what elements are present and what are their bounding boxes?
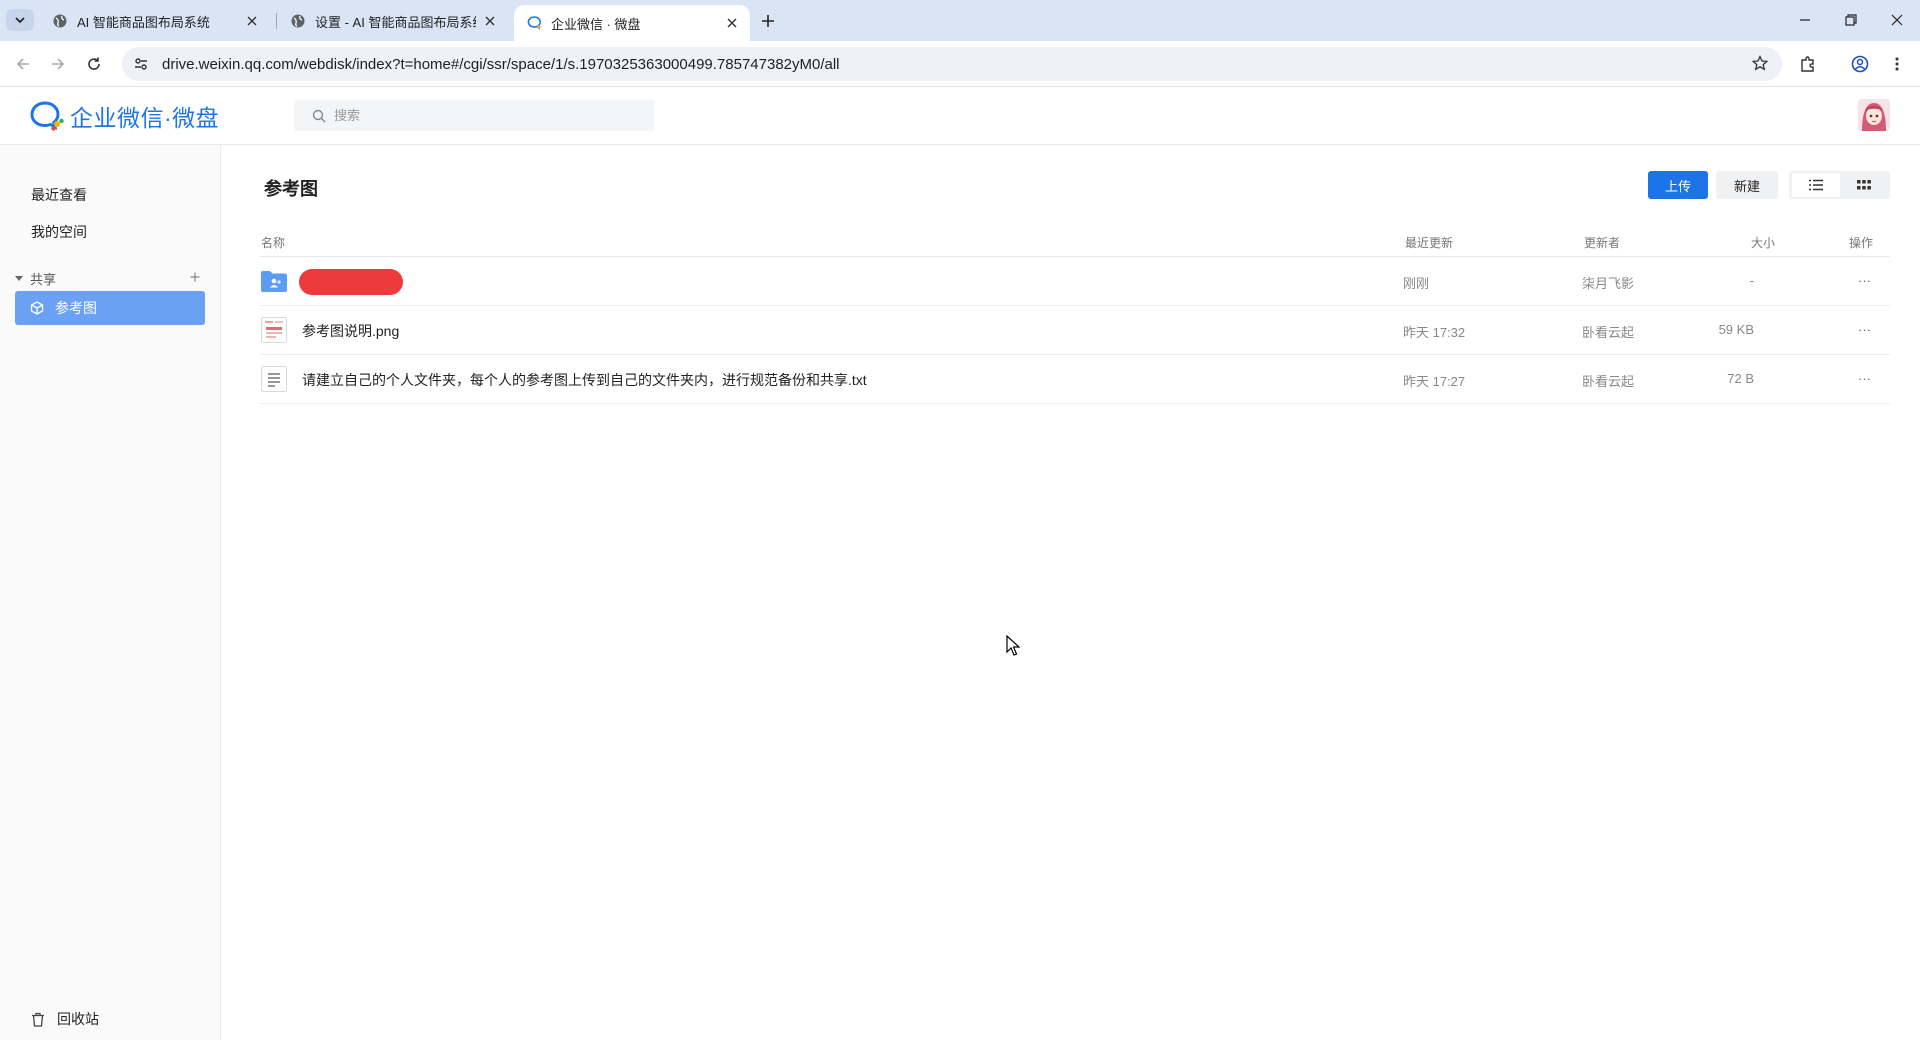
search-box[interactable] [294, 100, 654, 131]
tab-separator [276, 13, 277, 29]
table-row[interactable]: 参考图说明.png 昨天 17:32 卧看云起 59 KB ··· [260, 306, 1890, 355]
mouse-cursor-icon [1006, 635, 1020, 656]
profile-button[interactable] [1846, 50, 1874, 78]
column-size[interactable]: 大小 [1751, 234, 1775, 251]
arrow-left-icon [16, 58, 29, 70]
arrow-right-icon [52, 58, 65, 70]
minimize-button[interactable] [1782, 8, 1828, 32]
back-button[interactable] [9, 50, 37, 78]
row-size: 72 B [1727, 371, 1754, 386]
file-name[interactable]: 参考图说明.png [302, 321, 399, 341]
file-name[interactable]: 请建立自己的个人文件夹，每个人的参考图上传到自己的文件夹内，进行规范备份和共享.… [302, 370, 867, 390]
plus-icon [190, 272, 200, 282]
address-bar[interactable]: drive.weixin.qq.com/webdisk/index?t=home… [122, 47, 1782, 81]
page-title: 参考图 [264, 179, 318, 199]
sidebar-item-recent[interactable]: 最近查看 [31, 185, 87, 205]
sidebar-shared-section[interactable]: 共享 [14, 268, 204, 288]
minimize-icon [1800, 19, 1810, 21]
close-icon[interactable] [724, 15, 740, 31]
shared-folder-icon [261, 271, 287, 292]
reload-button[interactable] [80, 50, 108, 78]
row-updated: 昨天 17:32 [1403, 325, 1466, 340]
table-header: 名称 最近更新 更新者 大小 操作 [260, 230, 1890, 257]
extensions-button[interactable] [1794, 50, 1822, 78]
list-view-icon [1809, 179, 1823, 191]
browser-menu-button[interactable] [1883, 50, 1911, 78]
row-updater: 柒月飞影 [1582, 276, 1635, 291]
app-logo[interactable]: 企业微信·微盘 [30, 99, 219, 133]
row-updated: 昨天 17:27 [1403, 374, 1466, 389]
user-avatar[interactable] [1858, 99, 1890, 131]
new-button[interactable]: 新建 [1716, 171, 1778, 199]
globe-icon [291, 14, 305, 28]
chevron-down-icon [15, 17, 25, 24]
browser-tab-strip: AI 智能商品图布局系统 设置 - AI 智能商品图布局系统 企业微信 · 微盘 [0, 0, 1920, 41]
tab-title: 设置 - AI 智能商品图布局系统 [315, 14, 476, 30]
column-updater: 更新者 [1584, 236, 1621, 250]
row-updater: 卧看云起 [1582, 374, 1635, 389]
column-updated[interactable]: 最近更新 [1405, 234, 1453, 251]
view-toggle [1789, 171, 1890, 199]
column-name[interactable]: 名称 [261, 234, 285, 251]
grid-view-button[interactable] [1840, 173, 1888, 197]
text-file-icon [261, 366, 287, 392]
new-tab-button[interactable] [754, 10, 782, 32]
search-input[interactable] [332, 107, 636, 124]
site-info-icon[interactable] [128, 51, 154, 77]
bookmark-star-icon[interactable] [1751, 54, 1769, 74]
browser-toolbar: drive.weixin.qq.com/webdisk/index?t=home… [0, 41, 1920, 87]
close-icon[interactable] [244, 13, 260, 29]
plus-icon [762, 15, 774, 27]
row-updater: 卧看云起 [1582, 325, 1635, 340]
browser-tab-active[interactable]: 企业微信 · 微盘 [514, 5, 750, 41]
row-updated: 刚刚 [1403, 276, 1430, 291]
close-icon[interactable] [482, 13, 498, 29]
sidebar-item-my-space[interactable]: 我的空间 [31, 222, 87, 242]
row-size: - [1749, 273, 1754, 288]
forward-button[interactable] [44, 50, 72, 78]
search-icon [312, 109, 326, 122]
sidebar-shared-label: 共享 [30, 271, 57, 287]
url-text: drive.weixin.qq.com/webdisk/index?t=home… [162, 55, 840, 73]
close-window-button[interactable] [1874, 8, 1920, 32]
tab-search-button[interactable] [6, 9, 34, 31]
tab-title: 企业微信 · 微盘 [551, 16, 641, 32]
grid-view-icon [1857, 180, 1871, 190]
table-row[interactable]: 请建立自己的个人文件夹，每个人的参考图上传到自己的文件夹内，进行规范备份和共享.… [260, 355, 1890, 404]
add-shared-space-button[interactable] [186, 268, 204, 286]
trash-icon [32, 1012, 44, 1027]
sidebar: 最近查看 我的空间 共享 参考图 回收站 [0, 145, 221, 1040]
row-size: 59 KB [1718, 322, 1754, 337]
more-vertical-icon [1895, 57, 1899, 71]
browser-tab[interactable]: 设置 - AI 智能商品图布局系统 [278, 6, 508, 36]
redacted-name [299, 269, 403, 295]
restore-button[interactable] [1828, 8, 1874, 32]
profile-icon [1851, 55, 1869, 73]
sidebar-item-reference-images[interactable]: 参考图 [15, 291, 205, 325]
recycle-label: 回收站 [57, 1011, 99, 1027]
sidebar-item-label: 参考图 [55, 300, 97, 316]
app-header: 企业微信·微盘 [0, 87, 1920, 145]
cube-icon [30, 301, 44, 315]
caret-down-icon [15, 276, 23, 281]
row-more-button[interactable]: ··· [1858, 322, 1871, 337]
list-view-button[interactable] [1792, 173, 1840, 197]
column-actions: 操作 [1849, 236, 1874, 250]
globe-icon [53, 14, 67, 28]
tab-title: AI 智能商品图布局系统 [77, 14, 210, 30]
sidebar-item-recycle-bin[interactable]: 回收站 [31, 1009, 99, 1029]
table-row[interactable]: 刚刚 柒月飞影 - ··· [260, 257, 1890, 306]
row-more-button[interactable]: ··· [1858, 371, 1871, 386]
puzzle-icon [1801, 56, 1814, 72]
wecom-logo-icon [30, 101, 64, 131]
restore-icon [1845, 14, 1857, 26]
row-more-button[interactable]: ··· [1858, 273, 1871, 288]
upload-button[interactable]: 上传 [1648, 171, 1708, 199]
wecom-logo-icon [527, 16, 541, 30]
browser-tab[interactable]: AI 智能商品图布局系统 [40, 6, 270, 36]
logo-text: 企业微信·微盘 [70, 105, 220, 131]
reload-icon [88, 57, 100, 70]
close-icon [1891, 14, 1903, 26]
image-file-icon [261, 317, 287, 343]
